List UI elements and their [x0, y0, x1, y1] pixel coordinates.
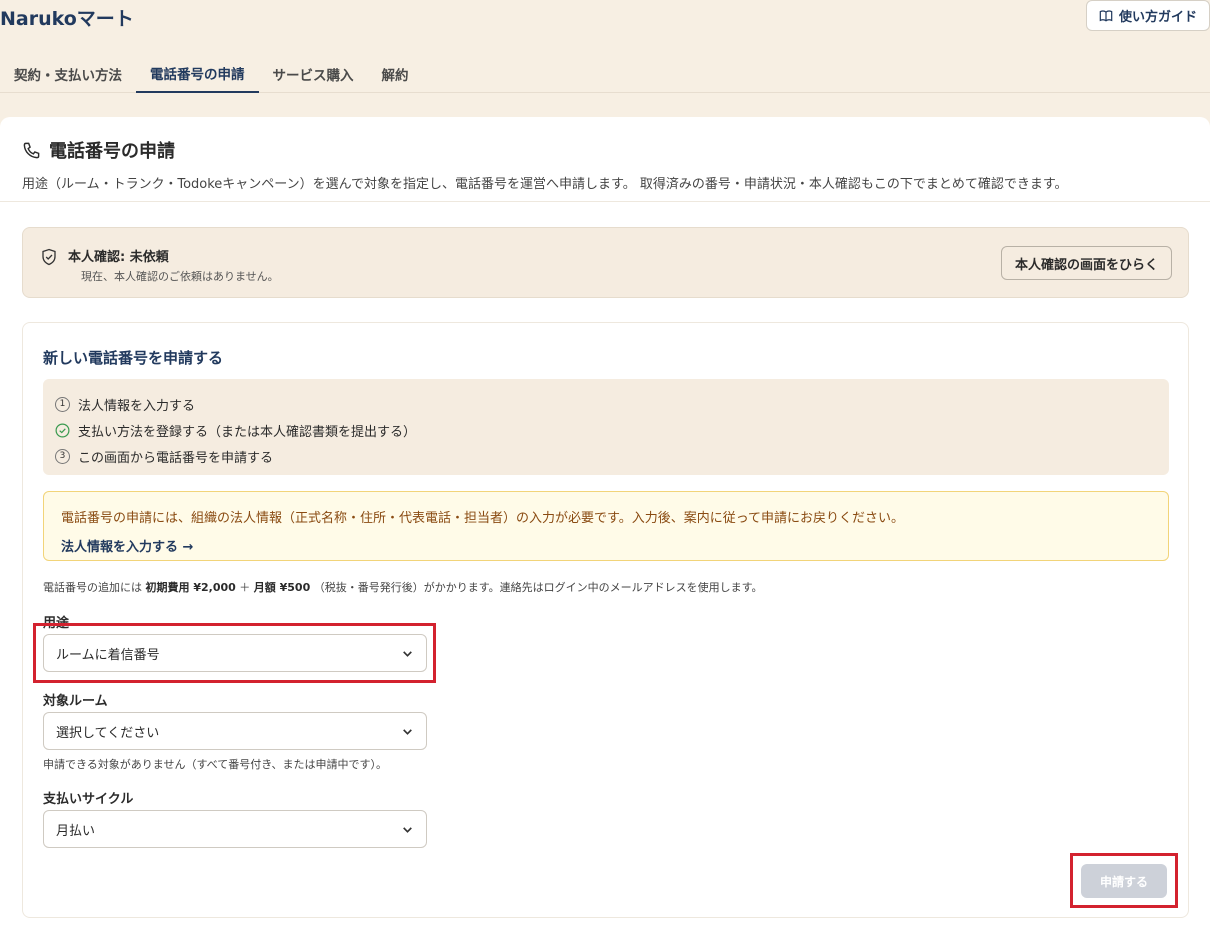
fee-prefix: 電話番号の追加には: [43, 581, 146, 594]
tab-contract-payment[interactable]: 契約・支払い方法: [0, 55, 136, 93]
target-room-label: 対象ルーム: [43, 694, 108, 709]
step-label: この画面から電話番号を申請する: [78, 450, 274, 466]
main-panel: 電話番号の申請 用途（ルーム・トランク・Todokeキャンペーン）を選んで対象を…: [0, 117, 1210, 940]
chevron-down-icon: [403, 728, 412, 735]
step-label: 法人情報を入力する: [78, 398, 196, 414]
billing-cycle-label: 支払いサイクル: [43, 792, 134, 807]
top-bar: Narukoマート 使い方ガイド 契約・支払い方法 電話番号の申請 サービス購入…: [0, 0, 1210, 117]
target-room-select-value: 選択してください: [56, 725, 160, 741]
new-number-form: 新しい電話番号を申請する 1 法人情報を入力する 支払い方法を登録する（または本…: [22, 322, 1189, 918]
page-description: 用途（ルーム・トランク・Todokeキャンペーン）を選んで対象を指定し、電話番号…: [22, 177, 1068, 192]
billing-cycle-select-value: 月払い: [56, 823, 96, 839]
open-verification-button[interactable]: 本人確認の画面をひらく: [1000, 246, 1172, 280]
tab-cancellation[interactable]: 解約: [368, 55, 423, 93]
highlight-frame-purpose: [33, 623, 436, 683]
target-room-help: 申請できる対象がありません（すべて番号付き、または申請中です）。: [43, 758, 387, 771]
form-title: 新しい電話番号を申請する: [43, 349, 224, 367]
identity-verification-status: 本人確認: 未依頼 現在、本人確認のご依頼はありません。 本人確認の画面をひらく: [22, 227, 1189, 298]
book-icon: [1099, 9, 1113, 22]
initial-fee: 初期費用 ¥2,000: [145, 581, 236, 594]
step-number-3: 3: [55, 448, 70, 464]
page-header: 電話番号の申請 用途（ルーム・トランク・Todokeキャンペーン）を選んで対象を…: [22, 137, 1192, 192]
page-title-text: 電話番号の申請: [49, 141, 175, 162]
step-item: 1 法人情報を入力する: [55, 391, 1157, 417]
step-label: 支払い方法を登録する（または本人確認書類を提出する）: [78, 424, 417, 440]
guide-button-label: 使い方ガイド: [1118, 10, 1197, 25]
brand-logo: Narukoマート: [0, 8, 134, 30]
chevron-down-icon: [403, 826, 412, 833]
corporate-info-notice: 電話番号の申請には、組織の法人情報（正式名称・住所・代表電話・担当者）の入力が必…: [43, 491, 1169, 561]
tab-phone-application[interactable]: 電話番号の申請: [136, 55, 259, 93]
monthly-fee: 月額 ¥500: [253, 581, 311, 594]
enter-corporate-info-link[interactable]: 法人情報を入力する →: [61, 536, 1151, 555]
step-item: 支払い方法を登録する（または本人確認書類を提出する）: [55, 417, 1157, 443]
fee-suffix: （税抜・番号発行後）がかかります。連絡先はログイン中のメールアドレスを使用します…: [310, 581, 763, 594]
step-list: 1 法人情報を入力する 支払い方法を登録する（または本人確認書類を提出する） 3…: [43, 379, 1169, 475]
verification-subtitle: 現在、本人確認のご依頼はありません。: [81, 270, 279, 283]
target-room-select[interactable]: 選択してください: [43, 712, 427, 750]
guide-button[interactable]: 使い方ガイド: [1085, 0, 1210, 31]
fee-note: 電話番号の追加には 初期費用 ¥2,000 ＋ 月額 ¥500 （税抜・番号発行…: [43, 579, 763, 595]
shield-check-icon: [42, 248, 56, 266]
page-title: 電話番号の申請: [22, 137, 1192, 163]
step-item: 3 この画面から電話番号を申請する: [55, 443, 1157, 469]
highlight-frame-submit: [1070, 853, 1178, 908]
billing-cycle-select[interactable]: 月払い: [43, 810, 427, 848]
notice-text: 電話番号の申請には、組織の法人情報（正式名称・住所・代表電話・担当者）の入力が必…: [61, 511, 905, 526]
tab-bar: 契約・支払い方法 電話番号の申請 サービス購入 解約: [0, 55, 1210, 93]
check-circle-icon: [55, 423, 70, 437]
step-number-1: 1: [55, 396, 70, 412]
tab-service-purchase[interactable]: サービス購入: [259, 55, 368, 93]
phone-icon: [23, 142, 40, 158]
verification-title: 本人確認: 未依頼: [68, 250, 169, 265]
fee-plus: ＋: [235, 581, 254, 594]
header-divider: [0, 201, 1210, 202]
